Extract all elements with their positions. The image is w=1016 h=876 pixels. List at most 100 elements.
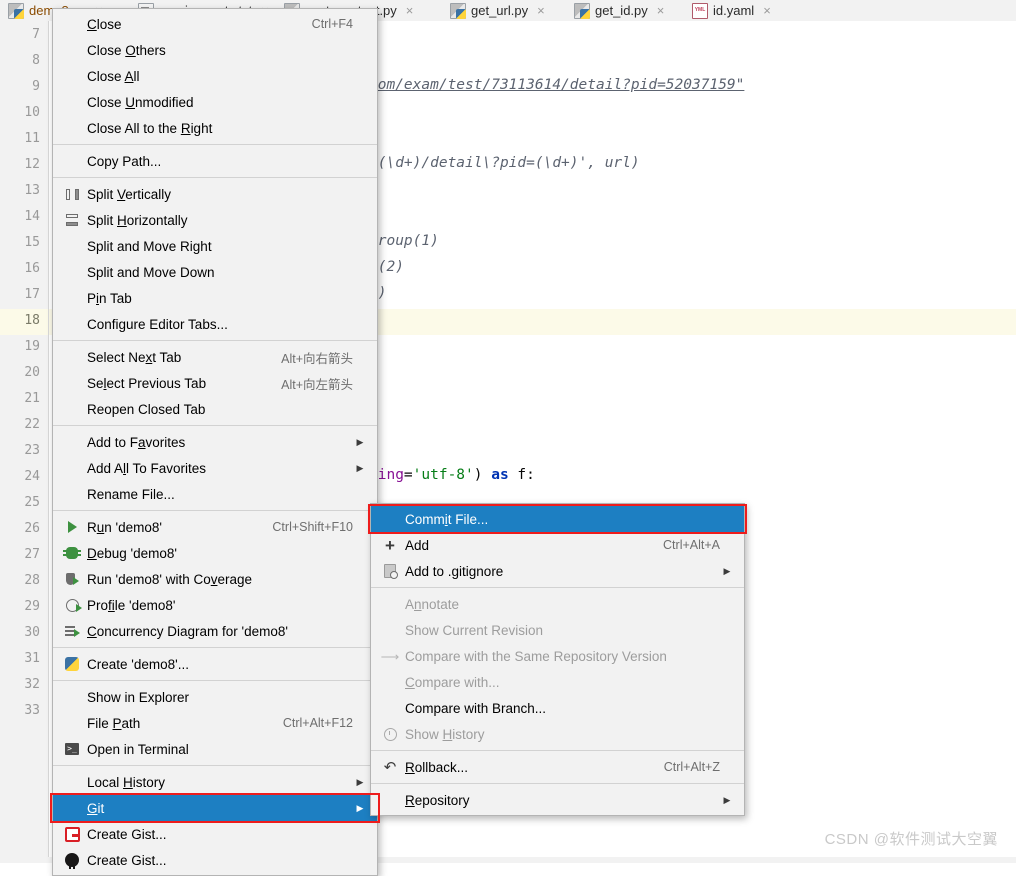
menu-item-commit-file[interactable]: Commit File...	[371, 506, 744, 532]
menu-item-label: Debug 'demo8'	[83, 546, 353, 561]
rollback-icon: ↶	[379, 759, 401, 775]
menu-item-select-next-tab[interactable]: Select Next TabAlt+向右箭头	[53, 344, 377, 370]
menu-item-shortcut: Ctrl+F4	[286, 17, 353, 31]
close-icon[interactable]: ×	[763, 4, 771, 17]
python-icon	[61, 656, 83, 672]
coverage-icon	[61, 571, 83, 587]
editor-tab-label: get_id.py	[595, 3, 648, 18]
menu-item-debug-demo8[interactable]: Debug 'demo8'	[53, 540, 377, 566]
menu-separator	[371, 750, 744, 751]
menu-item-run-demo8[interactable]: Run 'demo8'Ctrl+Shift+F10	[53, 514, 377, 540]
menu-item-close-all[interactable]: Close All	[53, 63, 377, 89]
menu-item-label: Create Gist...	[83, 827, 353, 842]
menu-item-label: Annotate	[401, 597, 720, 612]
menu-item-label: Rollback...	[401, 760, 638, 775]
line-number: 32	[0, 677, 40, 692]
editor-tab-id-yaml[interactable]: YMLid.yaml×	[684, 0, 796, 21]
menu-item-split-and-move-right[interactable]: Split and Move Right	[53, 233, 377, 259]
menu-item-split-vertically[interactable]: Split Vertically	[53, 181, 377, 207]
menu-item-close[interactable]: CloseCtrl+F4	[53, 11, 377, 37]
menu-item-reopen-closed-tab[interactable]: Reopen Closed Tab	[53, 396, 377, 422]
gitlab-icon	[61, 826, 83, 842]
menu-item-close-others[interactable]: Close Others	[53, 37, 377, 63]
editor-tab-get-id-py[interactable]: get_id.py ×	[566, 0, 684, 21]
split-vertical-icon	[61, 186, 83, 202]
menu-item-select-previous-tab[interactable]: Select Previous TabAlt+向左箭头	[53, 370, 377, 396]
menu-item-split-and-move-down[interactable]: Split and Move Down	[53, 259, 377, 285]
menu-item-no-icon	[379, 622, 401, 638]
menu-item-label: Close Others	[83, 43, 353, 58]
menu-item-rename-file[interactable]: Rename File...	[53, 481, 377, 507]
menu-item-close-all-to-the-right[interactable]: Close All to the Right	[53, 115, 377, 141]
menu-item-no-icon	[61, 774, 83, 790]
github-icon	[61, 852, 83, 868]
menu-item-compare-with-branch[interactable]: Compare with Branch...	[371, 695, 744, 721]
menu-item-pin-tab[interactable]: Pin Tab	[53, 285, 377, 311]
menu-item-label: Add All To Favorites	[83, 461, 353, 476]
menu-item-no-icon	[61, 375, 83, 391]
menu-item-add[interactable]: +AddCtrl+Alt+A	[371, 532, 744, 558]
line-number: 12	[0, 157, 40, 172]
menu-item-label: Profile 'demo8'	[83, 598, 353, 613]
line-number: 10	[0, 105, 40, 120]
chevron-right-icon: ▶	[353, 463, 367, 474]
menu-item-concurrency-diagram-for-demo8[interactable]: Concurrency Diagram for 'demo8'	[53, 618, 377, 644]
menu-item-label: Copy Path...	[83, 154, 353, 169]
python-file-icon	[8, 3, 24, 19]
menu-item-no-icon	[379, 674, 401, 690]
menu-item-create-gist[interactable]: Create Gist...	[53, 847, 377, 873]
menu-item-close-unmodified[interactable]: Close Unmodified	[53, 89, 377, 115]
menu-item-label: Add to Favorites	[83, 435, 353, 450]
menu-item-label: Select Next Tab	[83, 350, 255, 365]
menu-item-label: Compare with Branch...	[401, 701, 720, 716]
menu-item-repository[interactable]: Repository▶	[371, 787, 744, 813]
menu-item-configure-editor-tabs[interactable]: Configure Editor Tabs...	[53, 311, 377, 337]
menu-item-label: Show Current Revision	[401, 623, 720, 638]
menu-item-label: Concurrency Diagram for 'demo8'	[83, 624, 353, 639]
menu-item-label: Split and Move Down	[83, 265, 353, 280]
line-number: 28	[0, 573, 40, 588]
menu-item-no-icon	[379, 511, 401, 527]
menu-separator	[53, 680, 377, 681]
line-number: 14	[0, 209, 40, 224]
line-number: 23	[0, 443, 40, 458]
menu-item-show-in-explorer[interactable]: Show in Explorer	[53, 684, 377, 710]
menu-item-add-to-gitignore[interactable]: Add to .gitignore▶	[371, 558, 744, 584]
menu-item-local-history[interactable]: Local History▶	[53, 769, 377, 795]
line-number: 13	[0, 183, 40, 198]
editor-tab-context-menu[interactable]: CloseCtrl+F4 Close Others Close AllClose U…	[52, 8, 378, 876]
menu-item-copy-path[interactable]: Copy Path...	[53, 148, 377, 174]
menu-item-add-to-favorites[interactable]: Add to Favorites▶	[53, 429, 377, 455]
menu-item-git[interactable]: Git▶	[53, 795, 377, 821]
git-submenu[interactable]: Commit File...+AddCtrl+Alt+AAdd to .giti…	[370, 503, 745, 816]
menu-item-split-horizontally[interactable]: Split Horizontally	[53, 207, 377, 233]
menu-item-rollback[interactable]: ↶Rollback...Ctrl+Alt+Z	[371, 754, 744, 780]
line-number: 15	[0, 235, 40, 250]
close-icon[interactable]: ×	[406, 4, 414, 17]
menu-item-open-in-terminal[interactable]: >_Open in Terminal	[53, 736, 377, 762]
line-number: 26	[0, 521, 40, 536]
line-number: 22	[0, 417, 40, 432]
menu-separator	[53, 177, 377, 178]
menu-item-add-all-to-favorites[interactable]: Add All To Favorites▶	[53, 455, 377, 481]
menu-item-label: Run 'demo8'	[83, 520, 246, 535]
menu-item-profile-demo8[interactable]: Profile 'demo8'	[53, 592, 377, 618]
history-clock-icon	[379, 726, 401, 742]
menu-item-run-demo8-with-coverage[interactable]: Run 'demo8' with Coverage	[53, 566, 377, 592]
menu-item-create-gist[interactable]: Create Gist...	[53, 821, 377, 847]
menu-item-file-path[interactable]: File PathCtrl+Alt+F12	[53, 710, 377, 736]
menu-item-shortcut: Ctrl+Shift+F10	[246, 520, 353, 534]
menu-item-label: Open in Terminal	[83, 742, 353, 757]
line-number: 11	[0, 131, 40, 146]
menu-item-no-icon	[61, 290, 83, 306]
editor-tab-get-url-py[interactable]: get_url.py×	[442, 0, 566, 21]
close-icon[interactable]: ×	[657, 4, 665, 17]
menu-item-no-icon	[61, 316, 83, 332]
close-icon[interactable]: ×	[537, 4, 545, 17]
line-number: 8	[0, 53, 40, 68]
menu-item-create-demo8[interactable]: Create 'demo8'...	[53, 651, 377, 677]
menu-item-no-icon	[61, 715, 83, 731]
menu-item-label: Close	[83, 17, 286, 32]
menu-separator	[53, 765, 377, 766]
menu-item-label: Compare with the Same Repository Version	[401, 649, 720, 664]
